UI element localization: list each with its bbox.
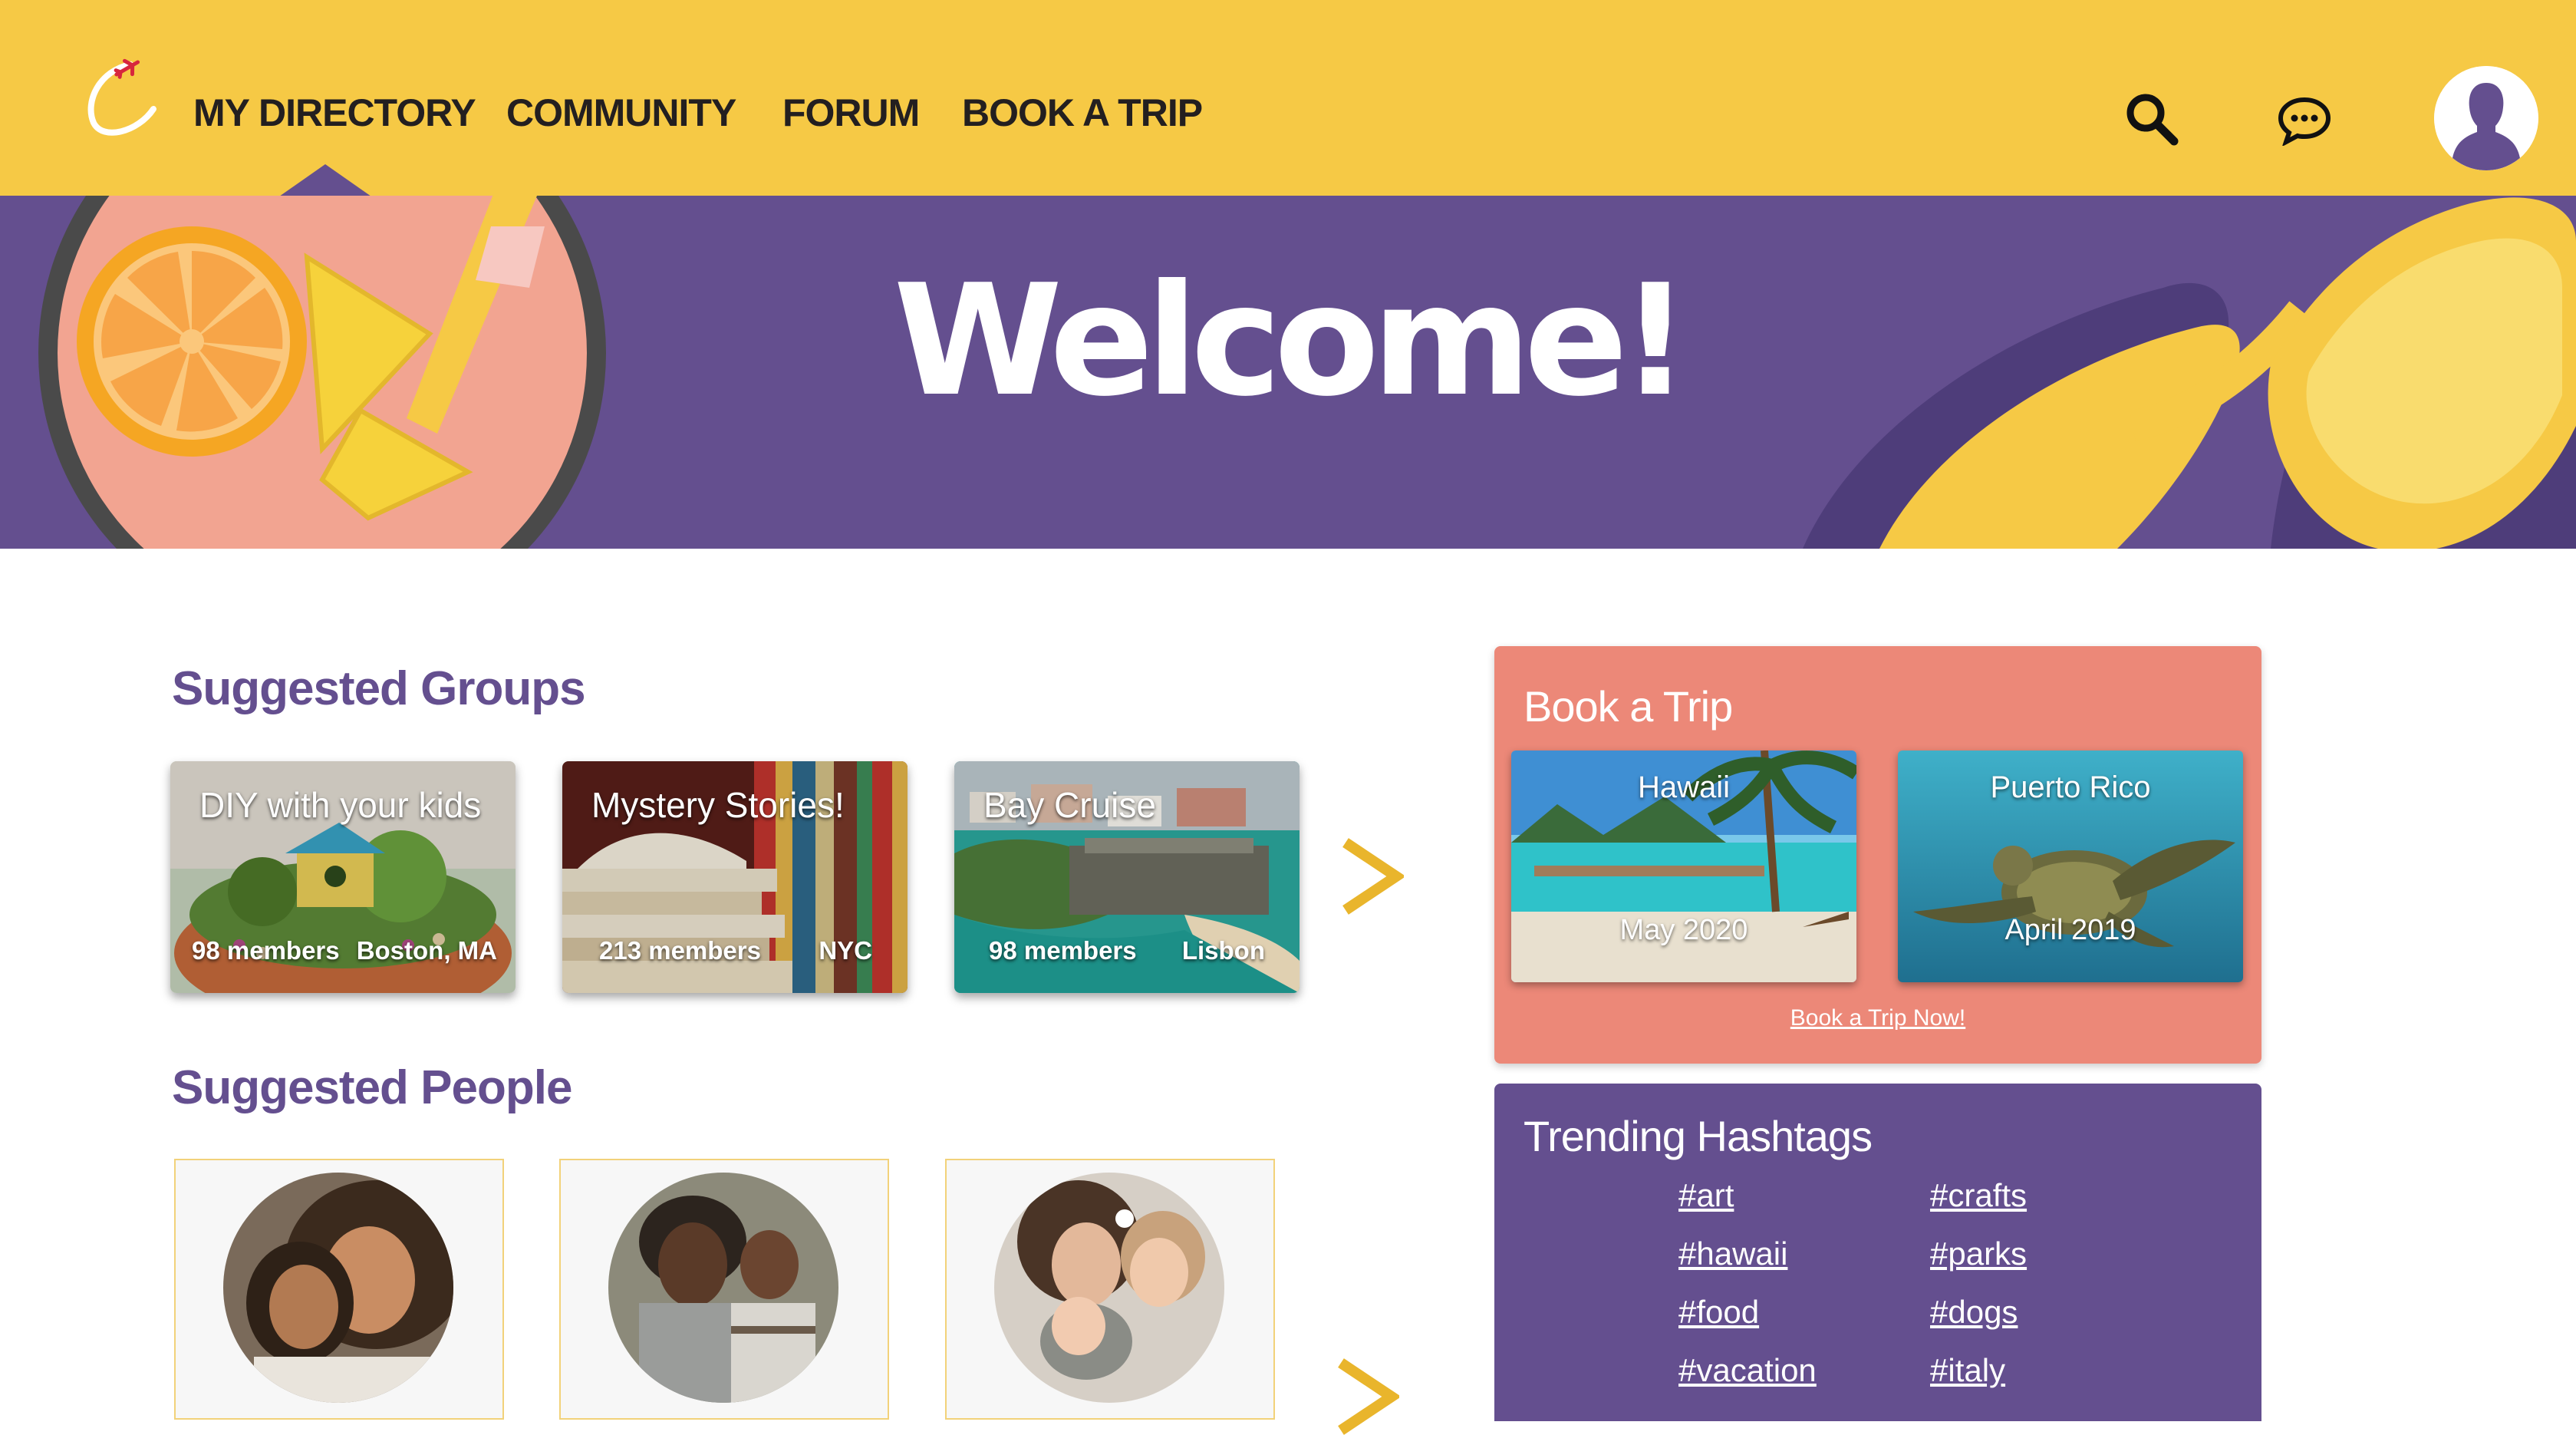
group-location: Lisbon <box>1181 936 1265 965</box>
group-name: DIY with your kids <box>199 785 482 825</box>
person-photo <box>608 1173 838 1403</box>
group-name: Bay Cruise <box>983 785 1156 825</box>
trip-card-hawaii[interactable]: Hawaii May 2020 <box>1511 750 1856 982</box>
hashtag-link[interactable]: #parks <box>1930 1235 2027 1272</box>
book-a-trip-panel: Book a Trip Hawaii May 2020 Puerto Rico … <box>1494 646 2261 1064</box>
active-nav-indicator <box>279 164 371 196</box>
user-silhouette-icon <box>2434 66 2538 170</box>
welcome-heading: Welcome! <box>893 252 1691 430</box>
search-icon[interactable] <box>2123 91 2180 147</box>
group-card-bay-cruise[interactable]: Bay Cruise 98 members Lisbon <box>954 761 1300 993</box>
hashtag-link[interactable]: #vacation <box>1678 1352 1817 1389</box>
group-card-mystery[interactable]: Mystery Stories! 213 members NYC <box>562 761 908 993</box>
hashtag-link[interactable]: #italy <box>1930 1352 2005 1389</box>
hashtag-link[interactable]: #hawaii <box>1678 1235 1787 1272</box>
trip-date: April 2019 <box>2004 914 2136 946</box>
groups-next-chevron-icon[interactable] <box>1339 838 1404 915</box>
nav-forum[interactable]: FORUM <box>782 91 920 135</box>
group-member-count: 98 members <box>989 936 1137 965</box>
group-member-count: 213 members <box>599 936 761 965</box>
group-location: Boston, MA <box>356 936 497 965</box>
group-location: NYC <box>819 936 872 965</box>
group-member-count: 98 members <box>192 936 340 965</box>
book-a-trip-title: Book a Trip <box>1524 682 1733 731</box>
person-photo <box>223 1173 453 1403</box>
nav-community[interactable]: COMMUNITY <box>506 91 736 135</box>
person-photo <box>994 1173 1224 1403</box>
plane-swoosh-logo[interactable] <box>77 55 169 147</box>
book-a-trip-now-link[interactable]: Book a Trip Now! <box>1494 1005 2261 1031</box>
person-card[interactable] <box>559 1159 889 1420</box>
suggested-groups-title: Suggested Groups <box>172 662 586 715</box>
trip-card-puerto-rico[interactable]: Puerto Rico April 2019 <box>1898 750 2243 982</box>
person-card[interactable] <box>945 1159 1275 1420</box>
group-name: Mystery Stories! <box>591 785 845 825</box>
trending-hashtags-panel: Trending Hashtags #art #crafts #hawaii #… <box>1494 1084 2261 1421</box>
hashtag-link[interactable]: #food <box>1678 1294 1759 1331</box>
people-next-chevron-icon[interactable] <box>1335 1358 1399 1435</box>
person-card[interactable] <box>174 1159 504 1420</box>
trip-destination: Puerto Rico <box>1990 770 2151 804</box>
trip-destination: Hawaii <box>1637 770 1731 804</box>
hashtag-link[interactable]: #art <box>1678 1177 1734 1214</box>
trip-date: May 2020 <box>1619 914 1748 946</box>
hashtag-link[interactable]: #crafts <box>1930 1177 2027 1214</box>
nav-book-a-trip[interactable]: BOOK A TRIP <box>962 91 1203 135</box>
group-card-diy[interactable]: DIY with your kids 98 members Boston, MA <box>170 761 516 993</box>
nav-my-directory[interactable]: MY DIRECTORY <box>193 91 476 135</box>
avatar[interactable] <box>2434 66 2538 170</box>
trending-hashtags-title: Trending Hashtags <box>1524 1112 1873 1160</box>
suggested-people-title: Suggested People <box>172 1061 572 1114</box>
chat-icon[interactable] <box>2277 95 2332 146</box>
hashtag-link[interactable]: #dogs <box>1930 1294 2018 1331</box>
